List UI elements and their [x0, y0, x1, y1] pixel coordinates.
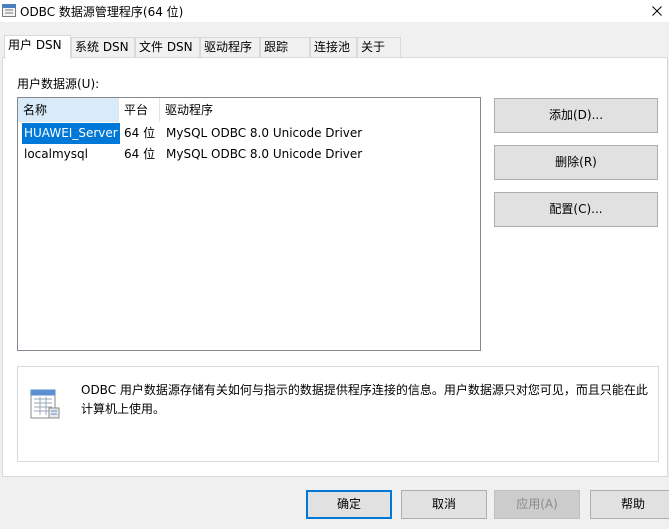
tab-about[interactable]: 关于	[357, 37, 401, 58]
remove-button[interactable]: 删除(R)	[494, 145, 658, 180]
tab-tracing[interactable]: 跟踪	[260, 37, 310, 58]
apply-button[interactable]: 应用(A)	[494, 490, 580, 519]
tab-strip: 用户 DSN 系统 DSN 文件 DSN 驱动程序 跟踪 连接池 关于	[0, 35, 669, 59]
database-table-icon	[29, 388, 61, 420]
tab-drivers[interactable]: 驱动程序	[200, 37, 260, 58]
tab-file-dsn[interactable]: 文件 DSN	[135, 37, 200, 58]
user-dsn-list[interactable]: 名称 平台 驱动程序 HUAWEI_Server 64 位 MySQL ODBC…	[17, 97, 481, 351]
tab-user-dsn[interactable]: 用户 DSN	[4, 35, 71, 59]
list-header: 名称 平台 驱动程序	[18, 98, 480, 122]
column-header-platform[interactable]: 平台	[118, 98, 159, 122]
column-header-name[interactable]: 名称	[18, 98, 118, 122]
list-item[interactable]: localmysql 64 位 MySQL ODBC 8.0 Unicode D…	[18, 144, 480, 165]
info-text: ODBC 用户数据源存储有关如何与指示的数据提供程序连接的信息。用户数据源只对您…	[81, 383, 648, 416]
dsn-driver: MySQL ODBC 8.0 Unicode Driver	[166, 126, 363, 140]
user-data-sources-label: 用户数据源(U):	[17, 77, 100, 91]
add-button[interactable]: 添加(D)...	[494, 98, 658, 133]
cancel-button[interactable]: 取消	[401, 490, 487, 519]
dsn-platform: 64 位	[124, 147, 156, 161]
close-icon	[652, 6, 662, 16]
ok-button[interactable]: 确定	[306, 490, 392, 519]
odbc-app-icon	[2, 4, 16, 17]
configure-button[interactable]: 配置(C)...	[494, 192, 658, 227]
dsn-driver: MySQL ODBC 8.0 Unicode Driver	[166, 147, 363, 161]
dsn-name: localmysql	[24, 147, 88, 161]
column-header-driver[interactable]: 驱动程序	[159, 98, 480, 122]
dsn-name: HUAWEI_Server	[22, 123, 120, 144]
window-title: ODBC 数据源管理程序(64 位)	[20, 5, 184, 19]
dsn-platform: 64 位	[124, 126, 156, 140]
list-item[interactable]: HUAWEI_Server 64 位 MySQL ODBC 8.0 Unicod…	[18, 123, 480, 144]
title-bar: ODBC 数据源管理程序(64 位)	[0, 0, 669, 22]
tab-system-dsn[interactable]: 系统 DSN	[71, 37, 135, 58]
help-button[interactable]: 帮助	[590, 490, 669, 519]
tab-connection-pooling[interactable]: 连接池	[310, 37, 357, 58]
close-button[interactable]	[647, 0, 669, 22]
